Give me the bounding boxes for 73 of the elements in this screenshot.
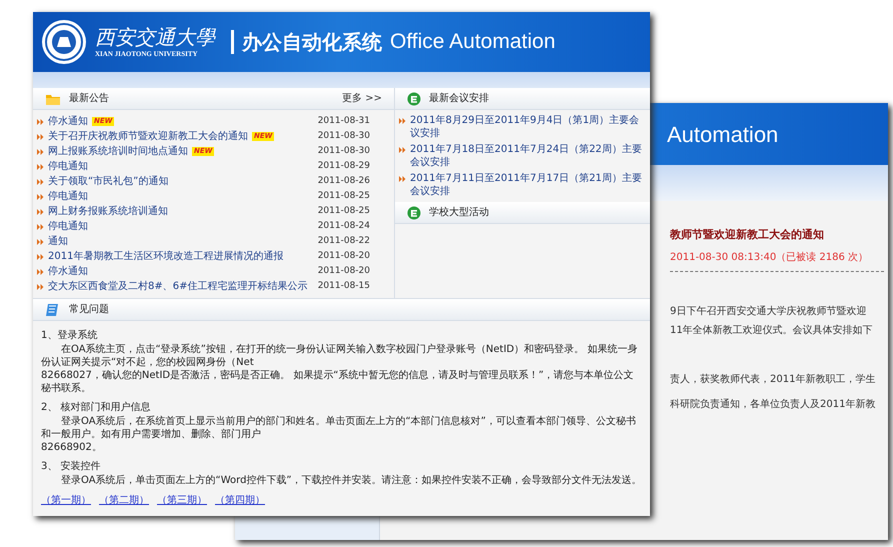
notice-link[interactable]: 停电通知	[48, 189, 88, 204]
panel-title: 最新公告	[69, 92, 109, 106]
double-arrow-icon	[399, 118, 406, 124]
panel-title: 常见问题	[69, 302, 109, 317]
notice-link[interactable]: 通知	[48, 234, 68, 249]
double-arrow-icon	[37, 238, 44, 244]
e-icon	[407, 92, 421, 106]
notice-link[interactable]: 网上报账系统培训时间地点通知	[48, 144, 188, 159]
banner-title: Automation	[667, 120, 778, 148]
notice-date: 2011-08-30	[318, 130, 371, 143]
article-title: 教师节暨欢迎新教工大会的通知	[670, 227, 825, 243]
faq-text: 82668027，确认您的NetID是否激活，密码是否正确。 如果提示“系统中暂无您的信息，请及时与管理员联系！”，请您与本单位公文秘书联系。	[41, 369, 635, 395]
notice-date: 2011-08-25	[318, 204, 371, 218]
e-icon	[407, 206, 421, 220]
faq-heading: 1、登录系统	[41, 329, 98, 343]
double-arrow-icon	[399, 147, 406, 153]
double-arrow-icon	[37, 178, 44, 184]
notice-link[interactable]: 关于领取“市民礼包”的通知	[48, 174, 168, 189]
notice-link[interactable]: 停电通知	[48, 159, 88, 174]
training-link[interactable]: （第一期）	[41, 493, 91, 508]
notice-link[interactable]: 停电通知	[48, 219, 88, 234]
training-link[interactable]: （第四期）	[215, 493, 265, 508]
double-arrow-icon	[37, 164, 44, 170]
double-arrow-icon	[37, 284, 44, 290]
notice-date: 2011-08-20	[318, 250, 371, 263]
double-arrow-icon	[37, 148, 44, 154]
panel-title: 最新会议安排	[429, 92, 489, 106]
meeting-link[interactable]: 2011年7月18日至2011年7月24日（第22周）主要会议安排	[410, 143, 646, 169]
article-text: 责人，获奖教师代表，2011年新教职工，学生	[670, 372, 876, 386]
notice-link[interactable]: 关于召开庆祝教师节暨欢迎新教工大会的通知	[48, 129, 248, 144]
system-name-english: Office Automation	[390, 29, 556, 56]
document-icon	[45, 302, 61, 316]
double-arrow-icon	[37, 208, 44, 214]
article-meta: 2011-08-30 08:13:40（已被读 2186 次）	[670, 250, 884, 272]
double-arrow-icon	[37, 254, 44, 260]
double-arrow-icon	[399, 176, 406, 182]
double-arrow-icon	[37, 194, 44, 200]
panel-title: 学校大型活动	[429, 206, 489, 220]
double-arrow-icon	[37, 268, 44, 274]
notice-date: 2011-08-30	[318, 144, 371, 158]
notice-link[interactable]: 交大东区西食堂及二村8#、6#住工程宅监理开标结果公示	[48, 279, 308, 294]
faq-text: 在OA系统主页，点击“登录系统”按钮，在打开的统一身份认证网关输入数字校园门户登录账号（NetID）和密码登录。 如果统一身份认证网关提示“对不起，您的校园网身份（Net	[41, 343, 638, 369]
school-name: 西安交通大學	[95, 24, 215, 49]
notice-date: 2011-08-24	[318, 220, 371, 233]
notice-date: 2011-08-15	[318, 280, 371, 293]
meeting-link[interactable]: 2011年8月29日至2011年9月4日（第1周）主要会议安排	[410, 114, 646, 140]
article-text: 9日下午召开西安交通大学庆祝教师节暨欢迎	[670, 304, 868, 318]
double-arrow-icon	[37, 118, 44, 124]
more-link[interactable]: 更多 >>	[342, 91, 382, 106]
double-arrow-icon	[37, 134, 44, 140]
notice-date: 2011-08-20	[318, 264, 371, 278]
meeting-link[interactable]: 2011年7月11日至2011年7月17日（第21周）主要会议安排	[410, 172, 646, 198]
training-link[interactable]: （第二期）	[99, 493, 149, 508]
notice-date: 2011-08-25	[318, 190, 371, 203]
article-text: 科研院负责通知，各单位负责人及2011年新教	[670, 398, 876, 412]
faq-text: 82668902。	[41, 441, 103, 454]
faq-heading: 3、 安装控件	[41, 460, 102, 474]
notice-link[interactable]: 停水通知	[48, 114, 88, 129]
faq-text: 登录OA系统后，单击页面左上方的“Word控件下载”，下载控件并安装。请注意：如果控件安装不正确，会导致部分文件无法发送。	[60, 474, 642, 487]
notice-date: 2011-08-22	[318, 234, 371, 248]
notice-link[interactable]: 网上财务报账系统培训通知	[48, 204, 168, 219]
notice-link[interactable]: 停水通知	[48, 264, 88, 279]
notice-date: 2011-08-26	[318, 174, 371, 188]
faq-text: 登录OA系统后，在系统首页上显示当前用户的部门和姓名。单击页面左上方的“本部门信息核对”，可以查看本部门领导、公文秘书和一般用户。如有用户需要增加、删除、部门用户	[41, 415, 637, 441]
article-text: 11年全体新教工欢迎仪式。会议具体安排如下	[670, 324, 874, 338]
faq-heading: 2、 核对部门和用户信息	[41, 401, 152, 415]
double-arrow-icon	[37, 224, 44, 230]
system-name: 办公自动化系统	[242, 29, 382, 56]
training-link[interactable]: （第三期）	[157, 493, 207, 508]
notice-link[interactable]: 2011年暑期教工生活区环境改造工程进展情况的通报	[48, 249, 284, 264]
university-emblem-icon	[41, 19, 87, 65]
notice-date: 2011-08-29	[318, 160, 371, 173]
notice-date: 2011-08-31	[318, 114, 371, 128]
